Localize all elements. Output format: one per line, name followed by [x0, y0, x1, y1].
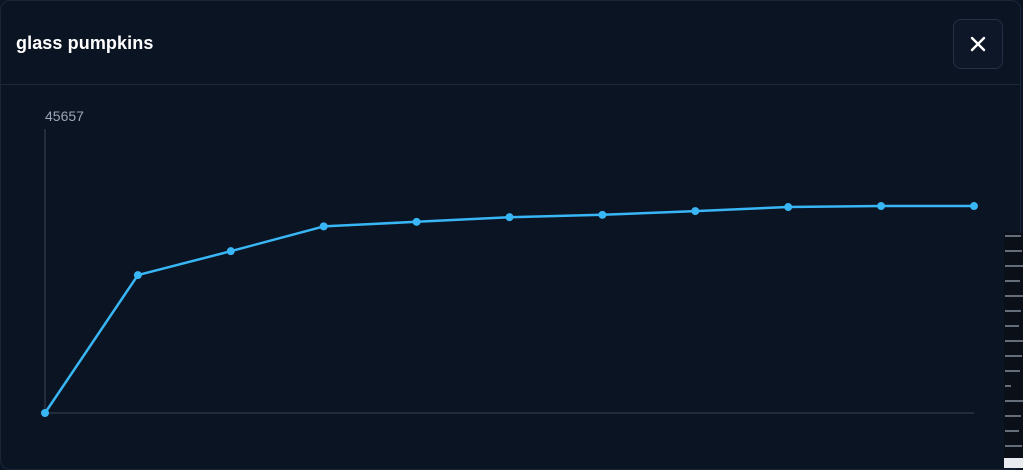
data-point: [691, 207, 700, 216]
modal-title: glass pumpkins: [16, 33, 154, 53]
data-point: [226, 247, 235, 256]
data-point: [970, 202, 978, 211]
chart-series: [41, 202, 978, 417]
data-point: [598, 210, 607, 219]
data-point: [412, 217, 421, 226]
chart-labels: 45657: [45, 108, 84, 124]
data-point: [41, 409, 49, 417]
data-point: [505, 213, 514, 222]
modal-header: glass pumpkins: [1, 1, 1020, 85]
chart-modal: glass pumpkins 45657: [0, 0, 1021, 470]
data-point: [784, 203, 793, 212]
chart-area: 45657: [1, 85, 1020, 469]
data-point: [319, 222, 328, 231]
close-button[interactable]: [953, 19, 1003, 69]
series-line: [43, 204, 976, 415]
data-point: [877, 202, 886, 211]
data-point: [133, 271, 142, 280]
close-icon: [970, 36, 986, 52]
side-panel-edge: [1004, 233, 1023, 468]
chart-axes: [44, 129, 974, 414]
line-chart: 45657: [41, 108, 978, 417]
y-tick-label-max: 45657: [45, 108, 84, 124]
